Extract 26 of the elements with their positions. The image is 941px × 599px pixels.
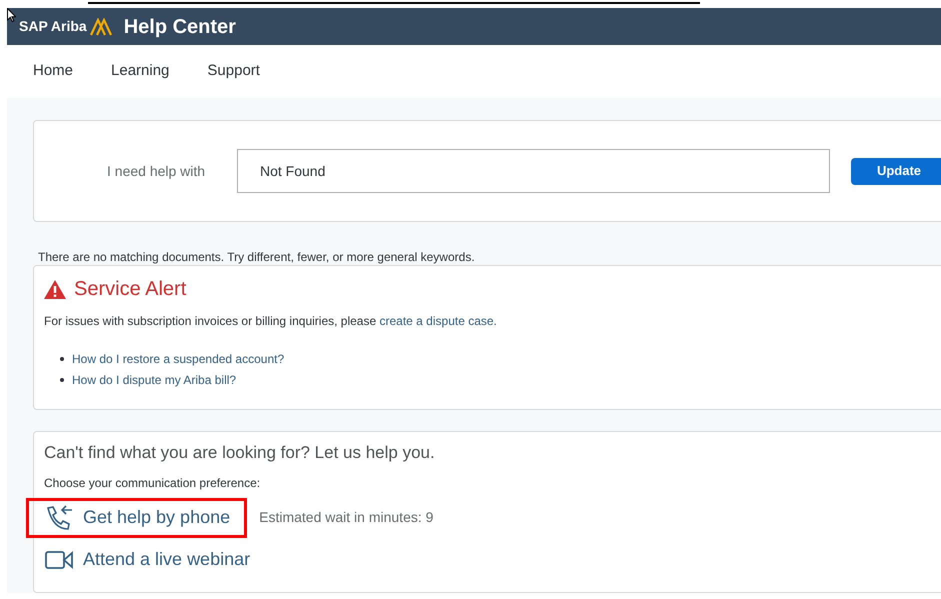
brand-logo-text: SAP Ariba [19, 17, 87, 36]
contact-subtitle: Choose your communication preference: [44, 474, 262, 492]
nav-link[interactable]: Learning [111, 60, 170, 83]
help-link[interactable]: How do I restore a suspended account? [72, 350, 284, 368]
nav-link[interactable]: Support [207, 60, 260, 83]
bullet-icon [60, 357, 64, 361]
bullet-icon [60, 378, 64, 382]
cursor-icon [7, 8, 16, 22]
wait-time-text: Estimated wait in minutes: 9 [259, 508, 434, 527]
phone-icon [45, 504, 73, 530]
search-label: I need help with [107, 162, 206, 181]
contact-title: Can't find what you are looking for? Let us help you. [44, 442, 436, 464]
dispute-case-link[interactable]: create a dispute case. [379, 314, 497, 328]
help-link[interactable]: How do I dispute my Ariba bill? [72, 371, 236, 389]
phone-help-link[interactable]: Get help by phone [26, 498, 248, 538]
alert-text: For issues with subscription invoices or billing inquiries, please create a dispute case. [44, 313, 498, 330]
alert-title: Service Alert [74, 277, 186, 302]
nav-link[interactable]: Home [33, 60, 74, 83]
webinar-link[interactable]: Attend a live webinar [26, 540, 268, 580]
search-field[interactable]: Not Found [237, 149, 830, 193]
no-results-message: There are no matching documents. Try different, fewer, or more general keywords. [38, 249, 476, 265]
update-button[interactable]: Update [851, 158, 941, 184]
warning-icon [44, 280, 66, 298]
video-camera-icon [45, 550, 73, 570]
page-title: Help Center [124, 14, 236, 40]
logo-icon [90, 18, 112, 36]
